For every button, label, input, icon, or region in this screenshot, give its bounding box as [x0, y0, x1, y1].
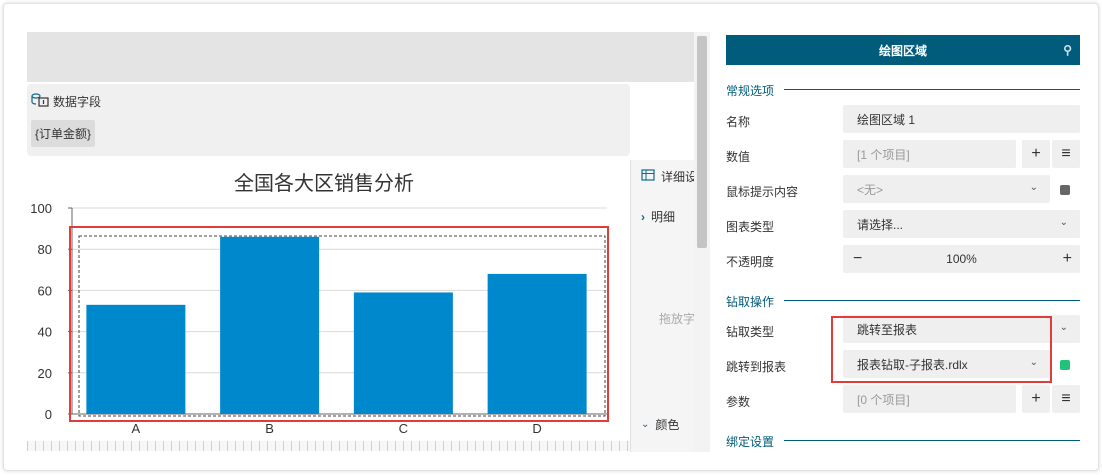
chevron-down-icon: ⌄ [641, 419, 650, 430]
chart-type-label: 图表类型 [726, 220, 775, 234]
drill-type-label: 钻取类型 [726, 325, 775, 339]
y-tick-label: 40 [38, 325, 52, 340]
expression-indicator-gray[interactable] [1060, 185, 1070, 195]
x-tick-label: A [132, 421, 141, 436]
jump-report-label: 跳转到报表 [726, 360, 787, 374]
color-section-row[interactable]: ⌄ 颜色 [641, 416, 679, 433]
name-field[interactable]: 绘图区域 1 [843, 105, 1080, 133]
detail-panel-strip: 详细设 › 明细 拖放字 ⌄ 颜色 [630, 160, 697, 452]
data-fields-header: 数据字段 [31, 93, 101, 110]
tooltip-select[interactable]: <无> ⌄ [843, 175, 1050, 203]
chevron-down-icon: ⌄ [1059, 217, 1068, 228]
data-fields-title: 数据字段 [53, 95, 102, 109]
x-tick-label: B [265, 421, 274, 436]
color-label: 颜色 [655, 418, 680, 432]
detail-item-row[interactable]: › 明细 [641, 208, 675, 225]
x-tick-label: C [399, 421, 408, 436]
highlight-plot-area [69, 226, 609, 422]
opacity-increase-button[interactable]: + [1063, 250, 1072, 268]
section-general-label: 常规选项 [726, 84, 775, 98]
detail-settings-label: 详细设 [661, 170, 698, 184]
chevron-down-icon: ⌄ [1029, 182, 1038, 193]
highlight-drill-settings [831, 316, 1052, 383]
app-window: 数据字段 {订单金额} 全国各大区销售分析 0 20 40 60 80 100 A B C D 详细… [3, 3, 1099, 471]
field-chip-order-amount[interactable]: {订单金额} [31, 120, 96, 147]
section-binding-label: 绑定设置 [726, 435, 775, 449]
y-tick-label: 80 [38, 242, 52, 257]
search-icon[interactable]: ⚲ [1063, 43, 1072, 57]
detail-settings-header: 详细设 [641, 168, 697, 185]
y-tick-label: 0 [45, 407, 52, 422]
section-drill-label: 钻取操作 [726, 295, 775, 309]
chevron-right-icon: › [641, 209, 645, 224]
vertical-scrollbar[interactable] [694, 32, 710, 452]
designer-toolbar [27, 32, 694, 82]
properties-panel: 绘图区域 ⚲ 常规选项 名称 绘图区域 1 数值 [1 个项目] + ≡ 鼠标提… [710, 32, 1080, 452]
expression-indicator-green[interactable] [1060, 360, 1070, 370]
section-binding: 绑定设置 [726, 433, 1080, 449]
section-general: 常规选项 [726, 82, 1080, 98]
opacity-value: 100% [946, 252, 977, 266]
add-value-button[interactable]: + [1022, 140, 1050, 168]
scrollbar-thumb[interactable] [697, 36, 707, 248]
data-fields-panel: 数据字段 {订单金额} [27, 84, 630, 156]
name-label: 名称 [726, 115, 751, 129]
database-icon [31, 93, 49, 110]
properties-title: 绘图区域 [878, 43, 927, 58]
horizontal-ruler [27, 441, 630, 451]
value-field[interactable]: [1 个项目] [843, 140, 1016, 168]
y-tick-label: 20 [38, 366, 52, 381]
section-drill: 钻取操作 [726, 293, 1080, 309]
table-icon [641, 169, 655, 184]
properties-header: 绘图区域 ⚲ [726, 35, 1080, 65]
menu-icon[interactable]: ≡ [1052, 140, 1080, 168]
params-label: 参数 [726, 395, 751, 409]
opacity-decrease-button[interactable]: − [853, 250, 862, 268]
menu-icon[interactable]: ≡ [1052, 385, 1080, 413]
y-tick-label: 100 [30, 201, 52, 216]
chart-type-value: 请选择... [857, 217, 904, 232]
add-param-button[interactable]: + [1022, 385, 1050, 413]
tooltip-label: 鼠标提示内容 [726, 185, 799, 199]
chart-title: 全国各大区销售分析 [234, 172, 414, 195]
tooltip-value: <无> [857, 182, 884, 197]
value-label: 数值 [726, 150, 751, 164]
detail-item-label: 明细 [651, 210, 676, 224]
opacity-label: 不透明度 [726, 255, 775, 269]
chart-type-select[interactable]: 请选择... ⌄ [843, 210, 1080, 238]
x-tick-label: D [532, 421, 541, 436]
y-tick-label: 60 [38, 283, 52, 298]
params-field[interactable]: [0 个项目] [843, 385, 1016, 413]
opacity-stepper[interactable]: − 100% + [843, 245, 1080, 273]
drop-field-hint: 拖放字 [659, 312, 696, 326]
chevron-down-icon: ⌄ [1059, 322, 1068, 333]
